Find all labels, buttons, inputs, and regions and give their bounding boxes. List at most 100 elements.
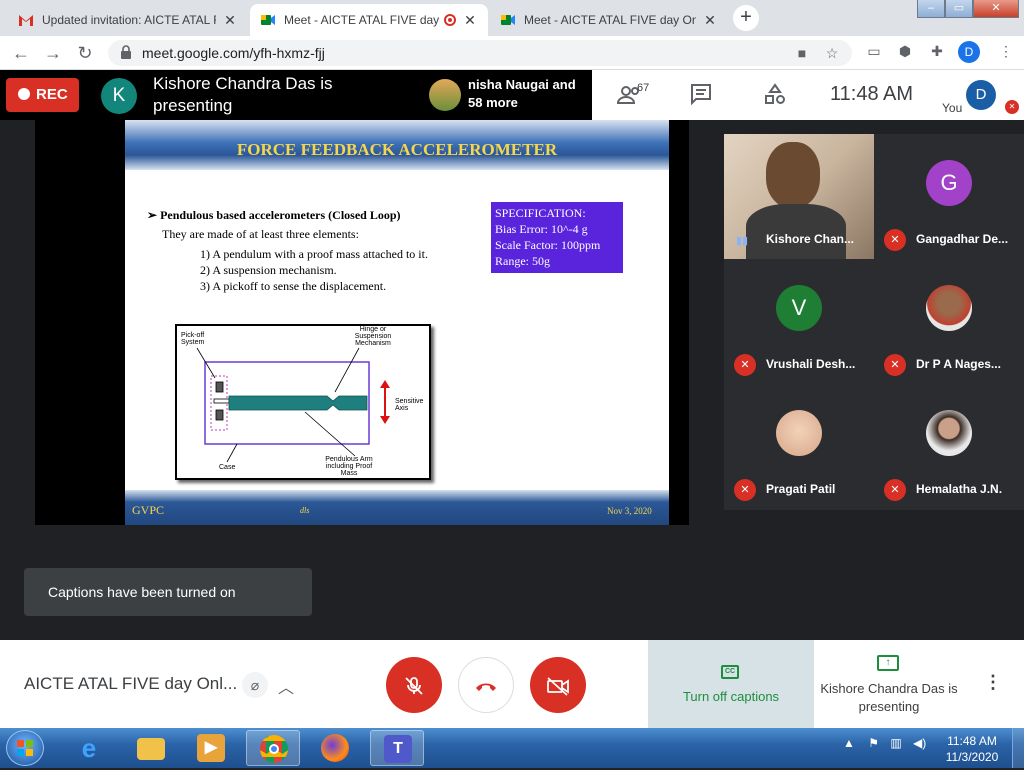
meet-top-bar: REC K Kishore Chandra Das is presenting … bbox=[0, 70, 1024, 120]
leave-call-button[interactable] bbox=[458, 657, 514, 713]
extensions-icon[interactable]: ✚ bbox=[929, 43, 945, 59]
bookmark-star-icon[interactable]: ☆ bbox=[824, 45, 840, 61]
attachment-icon[interactable]: ⌀ bbox=[242, 672, 268, 698]
participant-tile[interactable]: ▮▮ Kishore Chan... bbox=[724, 134, 874, 259]
participant-name: Kishore Chan... bbox=[766, 232, 855, 246]
presenter-avatar: K bbox=[101, 78, 137, 114]
taskbar-teams[interactable]: T bbox=[370, 730, 424, 766]
participant-name: Dr P A Nages... bbox=[916, 357, 1001, 371]
slide-heading: ➢ Pendulous based accelerometers (Closed… bbox=[147, 208, 401, 222]
participant-tile[interactable]: G ✕ Gangadhar De... bbox=[874, 134, 1024, 259]
taskbar-ie[interactable]: e bbox=[62, 730, 116, 766]
closed-captions-icon: CC bbox=[721, 665, 739, 679]
participant-name: Vrushali Desh... bbox=[766, 357, 856, 371]
participant-count: 67 bbox=[637, 82, 650, 94]
browser-tab-strip: Updated invitation: AICTE ATAL F ✕ Meet … bbox=[0, 0, 1024, 36]
label-axis: Sensitive Axis bbox=[395, 398, 424, 412]
participant-tile[interactable]: ✕ Dr P A Nages... bbox=[874, 259, 1024, 384]
slide-item: 1) A pendulum with a proof mass attached… bbox=[200, 247, 428, 261]
browser-menu-icon[interactable]: ⋮ bbox=[998, 43, 1014, 59]
more-options-icon[interactable]: ⋮ bbox=[984, 672, 1002, 693]
windows-logo-icon bbox=[17, 740, 33, 756]
participant-avatar bbox=[429, 79, 461, 111]
show-desktop-button[interactable] bbox=[1012, 728, 1024, 768]
firefox-icon bbox=[321, 734, 349, 762]
camera-icon[interactable]: ■ bbox=[794, 45, 810, 61]
participant-photo bbox=[776, 410, 822, 456]
mic-off-icon bbox=[405, 676, 423, 695]
participant-avatar: V bbox=[776, 285, 822, 331]
participant-name: Hemalatha J.N. bbox=[916, 482, 1003, 496]
mic-off-icon: ✕ bbox=[884, 479, 906, 501]
captions-label: Turn off captions bbox=[682, 689, 780, 704]
internet-explorer-icon: e bbox=[81, 733, 97, 763]
close-tab-icon[interactable]: ✕ bbox=[222, 12, 238, 29]
chevron-up-icon[interactable]: ︿ bbox=[278, 674, 294, 698]
meeting-title[interactable]: AICTE ATAL FIVE day Onl... bbox=[24, 674, 237, 694]
network-icon[interactable]: ▥ bbox=[890, 736, 901, 750]
presenting-label[interactable]: Kishore Chandra Das is presenting bbox=[816, 680, 962, 716]
present-screen-icon[interactable]: ↑ bbox=[877, 655, 899, 671]
tab-meet-active[interactable]: Meet - AICTE ATAL FIVE day ✕ bbox=[250, 4, 488, 36]
maximize-button[interactable]: ▭ bbox=[945, 0, 973, 18]
chrome-icon bbox=[260, 735, 288, 763]
start-button[interactable] bbox=[6, 730, 44, 766]
specification-box: SPECIFICATION: Bias Error: 10^-4 g Scale… bbox=[491, 202, 623, 273]
show-hidden-icons-icon[interactable]: ▲ bbox=[843, 736, 855, 750]
cast-icon[interactable]: ▭ bbox=[866, 43, 882, 59]
presentation-slide: FORCE FEEDBACK ACCELEROMETER ➢ Pendulous… bbox=[125, 120, 669, 525]
taskbar-media[interactable]: ▶ bbox=[184, 730, 238, 766]
volume-icon[interactable]: ◀) bbox=[913, 736, 926, 750]
speaking-indicator-icon: ▮▮ bbox=[736, 235, 749, 247]
close-tab-icon[interactable]: ✕ bbox=[702, 12, 718, 29]
tab-gmail-invitation[interactable]: Updated invitation: AICTE ATAL F ✕ bbox=[8, 4, 248, 36]
meet-icon bbox=[260, 13, 276, 27]
lock-icon bbox=[118, 45, 134, 61]
participant-photo bbox=[926, 285, 972, 331]
self-avatar[interactable]: D bbox=[966, 80, 996, 110]
taskbar-explorer[interactable] bbox=[124, 730, 178, 766]
tab-title: Updated invitation: AICTE ATAL F bbox=[42, 13, 216, 27]
mic-toggle-button[interactable] bbox=[386, 657, 442, 713]
hangup-icon bbox=[476, 683, 496, 691]
captions-button[interactable]: CC Turn off captions bbox=[648, 640, 814, 728]
participant-tile[interactable]: V ✕ Vrushali Desh... bbox=[724, 259, 874, 384]
taskbar-firefox[interactable] bbox=[308, 730, 362, 766]
taskbar-time: 11:48 AM bbox=[947, 734, 997, 748]
recording-badge[interactable]: REC bbox=[6, 78, 79, 112]
participant-name: Gangadhar De... bbox=[916, 232, 1009, 246]
address-bar-row: ← → ↻ meet.google.com/yfh-hxmz-fjj ■ ☆ ▭… bbox=[0, 36, 1024, 70]
folder-icon bbox=[137, 738, 165, 760]
shield-extension-icon[interactable]: ⬢ bbox=[897, 43, 913, 59]
tab-meet-second[interactable]: Meet - AICTE ATAL FIVE day Onli ✕ bbox=[490, 4, 728, 36]
participant-tile[interactable]: ✕ Hemalatha J.N. bbox=[874, 384, 1024, 509]
taskbar-clock[interactable]: 11:48 AM 11/3/2020 bbox=[944, 733, 1000, 765]
forward-icon[interactable]: → bbox=[42, 42, 64, 64]
camera-toggle-button[interactable] bbox=[530, 657, 586, 713]
flag-icon[interactable]: ⚑ bbox=[868, 736, 879, 750]
mic-off-icon: ✕ bbox=[884, 229, 906, 251]
back-icon[interactable]: ← bbox=[10, 42, 32, 64]
footer-date: Nov 3, 2020 bbox=[607, 506, 652, 516]
meeting-clock: 11:48 AM bbox=[830, 83, 914, 105]
taskbar-chrome[interactable] bbox=[246, 730, 300, 766]
accelerometer-diagram: Pick-off System Hinge or Suspension Mech… bbox=[175, 324, 431, 480]
profile-avatar[interactable]: D bbox=[958, 41, 980, 63]
teams-icon: T bbox=[384, 735, 412, 763]
new-tab-button[interactable]: + bbox=[733, 5, 759, 31]
activities-icon[interactable] bbox=[762, 82, 788, 108]
close-window-button[interactable]: ✕ bbox=[973, 0, 1019, 18]
chat-icon[interactable] bbox=[688, 82, 714, 108]
minimize-button[interactable]: – bbox=[917, 0, 945, 18]
footer-mid: dls bbox=[300, 506, 310, 515]
gmail-icon bbox=[18, 13, 34, 27]
omnibox[interactable]: meet.google.com/yfh-hxmz-fjj ■ ☆ bbox=[108, 40, 852, 66]
participant-tile[interactable]: ✕ Pragati Patil bbox=[724, 384, 874, 509]
close-tab-icon[interactable]: ✕ bbox=[462, 12, 478, 29]
label-case: Case bbox=[219, 464, 236, 471]
diagram-drawing bbox=[196, 347, 390, 463]
mic-off-icon: ✕ bbox=[734, 479, 756, 501]
reload-icon[interactable]: ↻ bbox=[74, 42, 96, 64]
chrome-center bbox=[269, 744, 279, 754]
presentation-screen: FORCE FEEDBACK ACCELEROMETER ➢ Pendulous… bbox=[35, 120, 689, 525]
